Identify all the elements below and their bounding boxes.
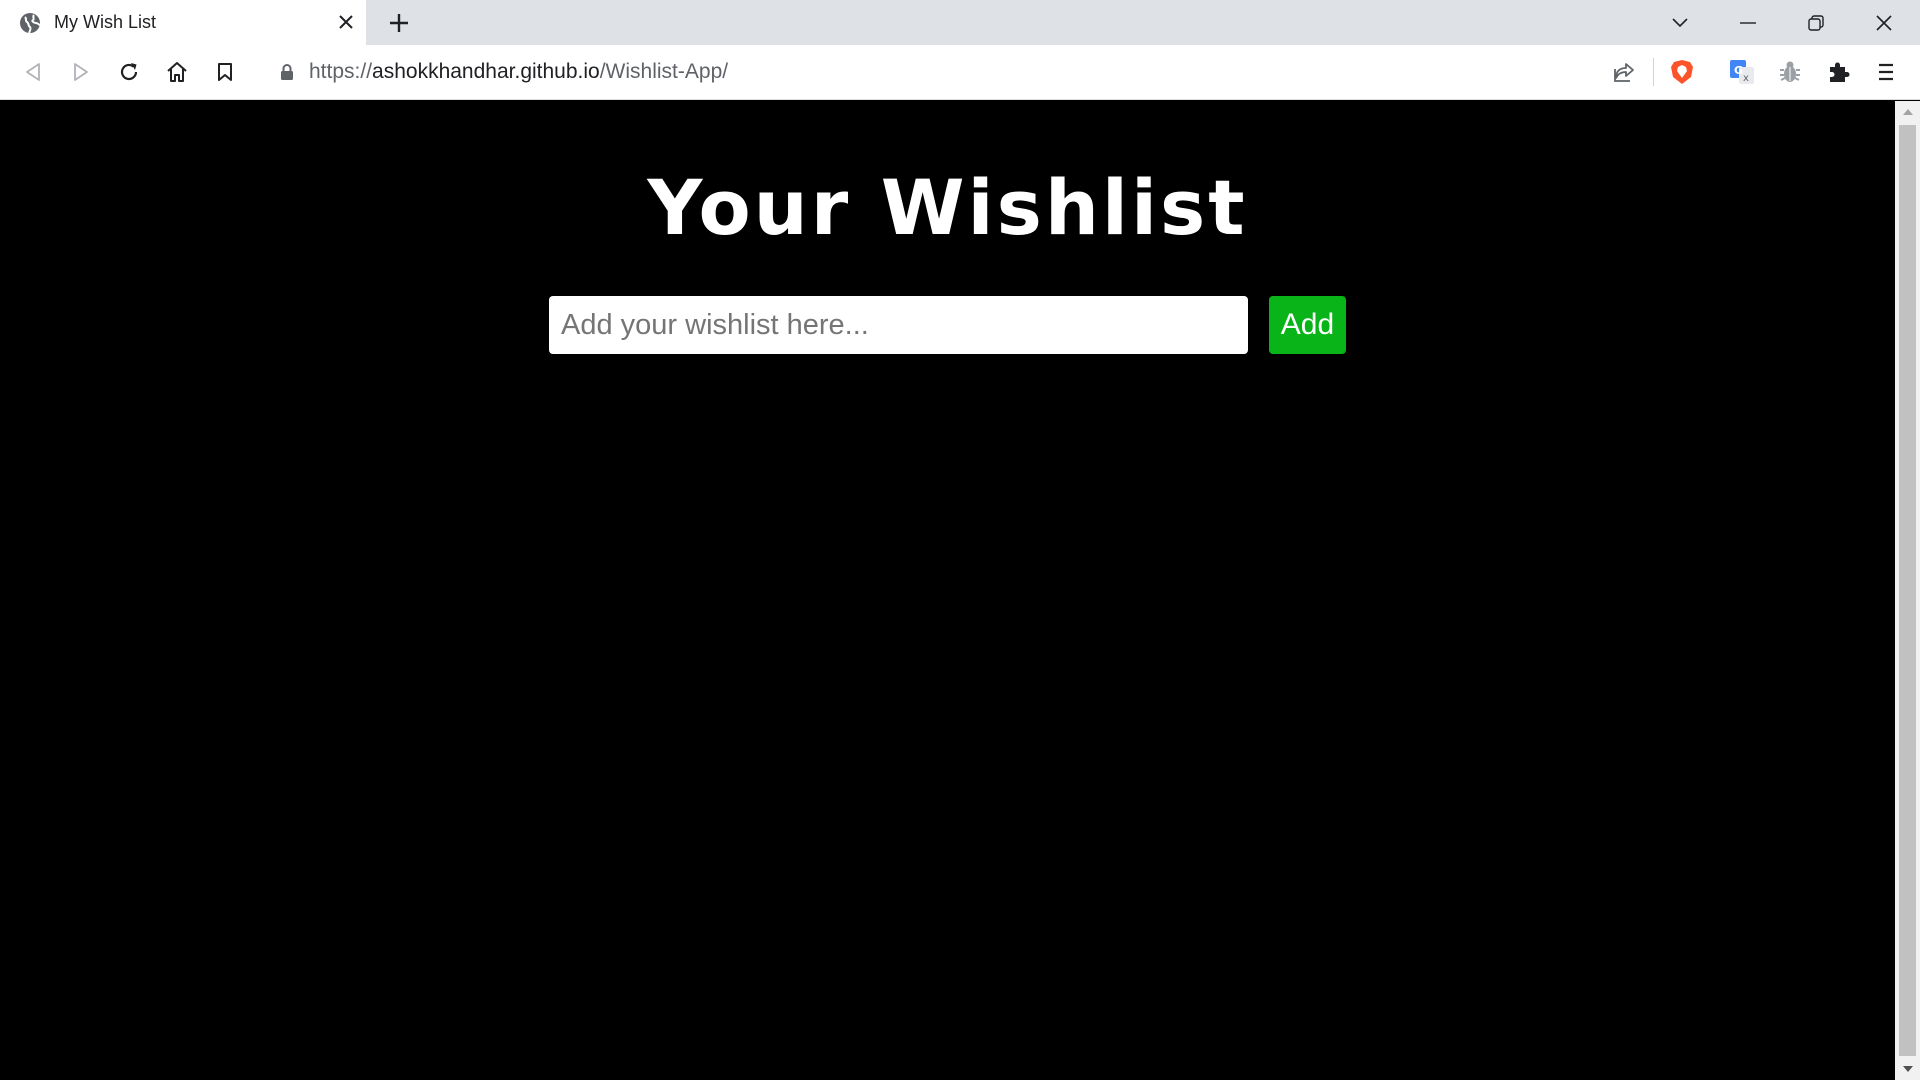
toolbar-separator [1653,58,1654,86]
forward-arrow-icon [74,63,88,81]
plus-icon [390,14,408,32]
page-viewport: Your Wishlist Add [0,101,1895,1080]
tab-title: My Wish List [54,12,157,32]
brave-shields-button[interactable] [1667,57,1697,87]
restore-button[interactable] [1787,0,1845,45]
wishlist-input[interactable] [549,296,1248,354]
bookmark-button[interactable] [210,57,240,87]
browser-toolbar: https://ashokkhandhar.github.io/Wishlist… [0,45,1920,100]
chevron-down-icon [1672,17,1688,27]
bug-extension[interactable] [1775,57,1805,87]
hamburger-menu-icon [1879,63,1893,81]
tab-strip: My Wish List [0,0,1920,45]
scroll-thumb[interactable] [1899,125,1916,1056]
browser-window: My Wish List https://ashokkhandhar.githu… [0,0,1920,1080]
close-icon [1876,14,1892,31]
url-text[interactable]: https://ashokkhandhar.github.io/Wishlist… [309,61,728,83]
scroll-down-arrow[interactable] [1895,1058,1920,1080]
home-button[interactable] [162,57,192,87]
back-button[interactable] [18,57,48,87]
home-icon [167,62,187,82]
share-button[interactable] [1609,57,1639,87]
puzzle-icon [1830,62,1850,82]
close-window-button[interactable] [1855,0,1913,45]
minimize-button[interactable] [1719,0,1777,45]
menu-button[interactable] [1871,57,1901,87]
add-button[interactable]: Add [1269,296,1346,354]
reload-button[interactable] [114,57,144,87]
extensions-button[interactable] [1823,57,1853,87]
svg-text:x: x [1743,73,1749,84]
restore-icon [1808,14,1824,31]
share-icon [1614,63,1634,82]
tab-my-wish-list[interactable]: My Wish List [0,0,366,45]
address-bar[interactable]: https://ashokkhandhar.github.io/Wishlist… [259,52,1709,92]
minimize-icon [1740,21,1756,24]
close-icon[interactable] [335,11,357,33]
forward-button[interactable] [66,57,96,87]
reload-icon [120,63,138,81]
back-arrow-icon [26,63,40,81]
bookmark-icon [218,63,232,81]
vertical-scrollbar[interactable] [1895,101,1920,1080]
scroll-up-arrow[interactable] [1895,101,1920,123]
svg-text:G: G [1734,64,1743,77]
page-title: Your Wishlist [647,163,1248,252]
address-bar-field[interactable]: https://ashokkhandhar.github.io/Wishlist… [259,52,1709,92]
url-path: /Wishlist-App/ [599,60,729,83]
brave-shield-icon [1671,60,1693,84]
translate-extension[interactable]: G x [1727,57,1757,87]
globe-icon [19,12,41,34]
bug-icon [1780,61,1800,82]
url-scheme: https:// [309,60,373,83]
triangle-up-icon [1902,109,1913,115]
url-host: ashokkhandhar.github.io [372,60,600,83]
lock-icon[interactable] [277,62,297,82]
translate-icon: G x [1730,60,1754,84]
tab-search-button[interactable] [1651,0,1709,45]
new-tab-button[interactable] [385,9,413,37]
triangle-down-icon [1902,1066,1913,1072]
